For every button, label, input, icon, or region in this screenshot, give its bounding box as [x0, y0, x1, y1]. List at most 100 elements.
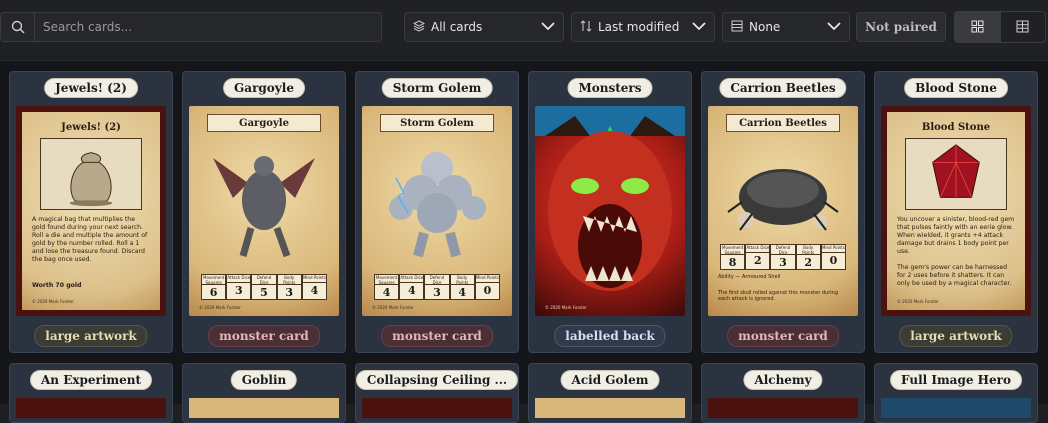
card-tile[interactable]: Carrion Beetles Carrion Beetles Movement…: [701, 71, 865, 353]
stat-value: 0: [483, 284, 492, 297]
card-text: You uncover a sinister, blood-red gem th…: [897, 216, 1015, 255]
card-image[interactable]: Storm Golem Movement Squares 4 Attack Dic…: [362, 106, 512, 316]
sort-select[interactable]: Last modified: [571, 12, 715, 42]
beetle-illustration: [722, 142, 844, 242]
card-tile[interactable]: Alchemy: [701, 363, 865, 423]
group-select-label: None: [749, 20, 781, 34]
card-tile[interactable]: Jewels! (2) Jewels! (2) A magical bag th…: [9, 71, 173, 353]
stat-value: 0: [829, 254, 838, 267]
card-text: A magical bag that multiplies the gold f…: [32, 216, 148, 263]
not-paired-button[interactable]: Not paired: [856, 12, 946, 42]
stat-value: 3: [433, 286, 441, 299]
bag-illustration: [40, 138, 142, 210]
demon-face-illustration: [535, 106, 685, 291]
group-select[interactable]: None: [722, 12, 850, 42]
card-inner-title: Carrion Beetles: [739, 117, 827, 129]
sort-icon: [580, 19, 592, 35]
stack-icon: [412, 19, 426, 35]
stat-header: Defend Dice: [425, 275, 449, 285]
card-tile[interactable]: Storm Golem Storm Golem Movement Squares…: [355, 71, 519, 353]
search-box[interactable]: [0, 12, 382, 42]
card-title: Full Image Hero: [890, 370, 1022, 390]
card-tile[interactable]: Acid Golem: [528, 363, 692, 423]
stat-block: Movement Squares 6 Attack Dice 3 Defend Di…: [201, 274, 328, 300]
card-inner-title: Jewels! (2): [61, 122, 121, 133]
card-image[interactable]: [189, 398, 339, 418]
stat-value: 8: [728, 256, 737, 269]
stat-header: Mind Points: [821, 245, 846, 253]
filter-select[interactable]: All cards: [404, 12, 564, 42]
card-tag: large artwork: [34, 325, 148, 347]
toolbar: All cards Last modified None Not paired: [0, 0, 1048, 56]
card-grid: Jewels! (2) Jewels! (2) A magical bag th…: [0, 60, 1048, 423]
card-image[interactable]: Blood Stone You uncover a sinister, bloo…: [881, 106, 1031, 316]
card-title: Jewels! (2): [44, 78, 138, 98]
table-view-button[interactable]: [999, 12, 1046, 42]
card-text-2: The gem's power can be harnessed for 2 u…: [897, 264, 1012, 287]
card-tile[interactable]: An Experiment: [9, 363, 173, 423]
card-image[interactable]: [881, 398, 1031, 418]
view-toggle: [954, 11, 1046, 43]
chevron-down-icon: [692, 20, 706, 34]
card-title: Carrion Beetles: [719, 78, 847, 98]
filter-select-label: All cards: [431, 20, 483, 34]
gargoyle-illustration: [203, 138, 325, 258]
card-banner: Carrion Beetles: [726, 114, 840, 132]
card-title: Acid Golem: [560, 370, 660, 390]
stat-header: Mind Points: [302, 275, 327, 283]
stat-header: Movement Squares: [721, 245, 745, 255]
card-tile[interactable]: Goblin: [182, 363, 346, 423]
stat-value: 4: [382, 286, 391, 299]
card-image[interactable]: Carrion Beetles Movement Squares 8 Attack…: [708, 106, 858, 316]
card-image[interactable]: [362, 398, 512, 418]
stat-header: Movement Squares: [375, 275, 399, 285]
stat-header: Defend Dice: [771, 245, 795, 255]
search-input[interactable]: [35, 13, 381, 41]
card-copyright: © 2020 Mark Forster: [897, 299, 939, 304]
card-title: Storm Golem: [381, 78, 493, 98]
card-image[interactable]: [16, 398, 166, 418]
card-title: Collapsing Ceiling ...: [355, 370, 519, 390]
group-icon: [731, 20, 743, 35]
stat-header: Body Points: [277, 275, 301, 285]
card-parchment: Blood Stone You uncover a sinister, bloo…: [887, 112, 1025, 310]
gem-illustration: [905, 138, 1007, 210]
stat-value: 4: [310, 284, 319, 297]
grid-view-button[interactable]: [955, 12, 1000, 42]
golem-illustration: [376, 138, 498, 258]
card-tag: large artwork: [899, 325, 1013, 347]
card-tile[interactable]: Blood Stone Blood Stone You uncover a si…: [874, 71, 1038, 353]
card-title: Alchemy: [743, 370, 823, 390]
card-image[interactable]: Gargoyle Movement Squares 6 Attack Dice 3 …: [189, 106, 339, 316]
card-image[interactable]: © 2020 Mark Forster: [535, 106, 685, 316]
card-title: Goblin: [230, 370, 298, 390]
card-tile[interactable]: Monsters © 2020 Mark Forster labelled ba…: [528, 71, 692, 353]
stat-value: 3: [285, 286, 294, 299]
card-parchment: Jewels! (2) A magical bag that multiplie…: [22, 112, 160, 310]
card-image[interactable]: [708, 398, 858, 418]
card-image[interactable]: Jewels! (2) A magical bag that multiplie…: [16, 106, 166, 316]
stat-value: 5: [260, 286, 268, 299]
chevron-down-icon: [541, 20, 555, 34]
card-image[interactable]: [535, 398, 685, 418]
card-copyright: © 2020 Mark Forster: [32, 299, 74, 304]
stat-header: Body Points: [796, 245, 820, 255]
stat-block: Movement Squares 4 Attack Dice 4 Defend Di…: [374, 274, 501, 300]
stat-header: Defend Dice: [252, 275, 276, 285]
card-inner-title: Storm Golem: [400, 117, 474, 129]
table-view-icon: [1016, 18, 1029, 37]
stat-header: Body Points: [450, 275, 474, 285]
stat-value: 3: [234, 284, 243, 297]
card-note: The first skull rolled against this mons…: [718, 290, 838, 302]
search-icon: [1, 13, 35, 41]
card-tile[interactable]: Full Image Hero: [874, 363, 1038, 423]
card-ability: Ability — Armoured Shell: [718, 274, 781, 280]
card-tile[interactable]: Gargoyle Gargoyle Movement Squares 6 Atta…: [182, 71, 346, 353]
card-title: Monsters: [567, 78, 653, 98]
stat-block: Movement Squares 8 Attack Dice 2 Defend Di…: [720, 244, 847, 270]
card-title: An Experiment: [29, 370, 153, 390]
card-tile[interactable]: Collapsing Ceiling ...: [355, 363, 519, 423]
grid-view-icon: [971, 18, 984, 37]
stat-header: Attack Dice: [400, 275, 424, 283]
stat-header: Movement Squares: [202, 275, 226, 285]
